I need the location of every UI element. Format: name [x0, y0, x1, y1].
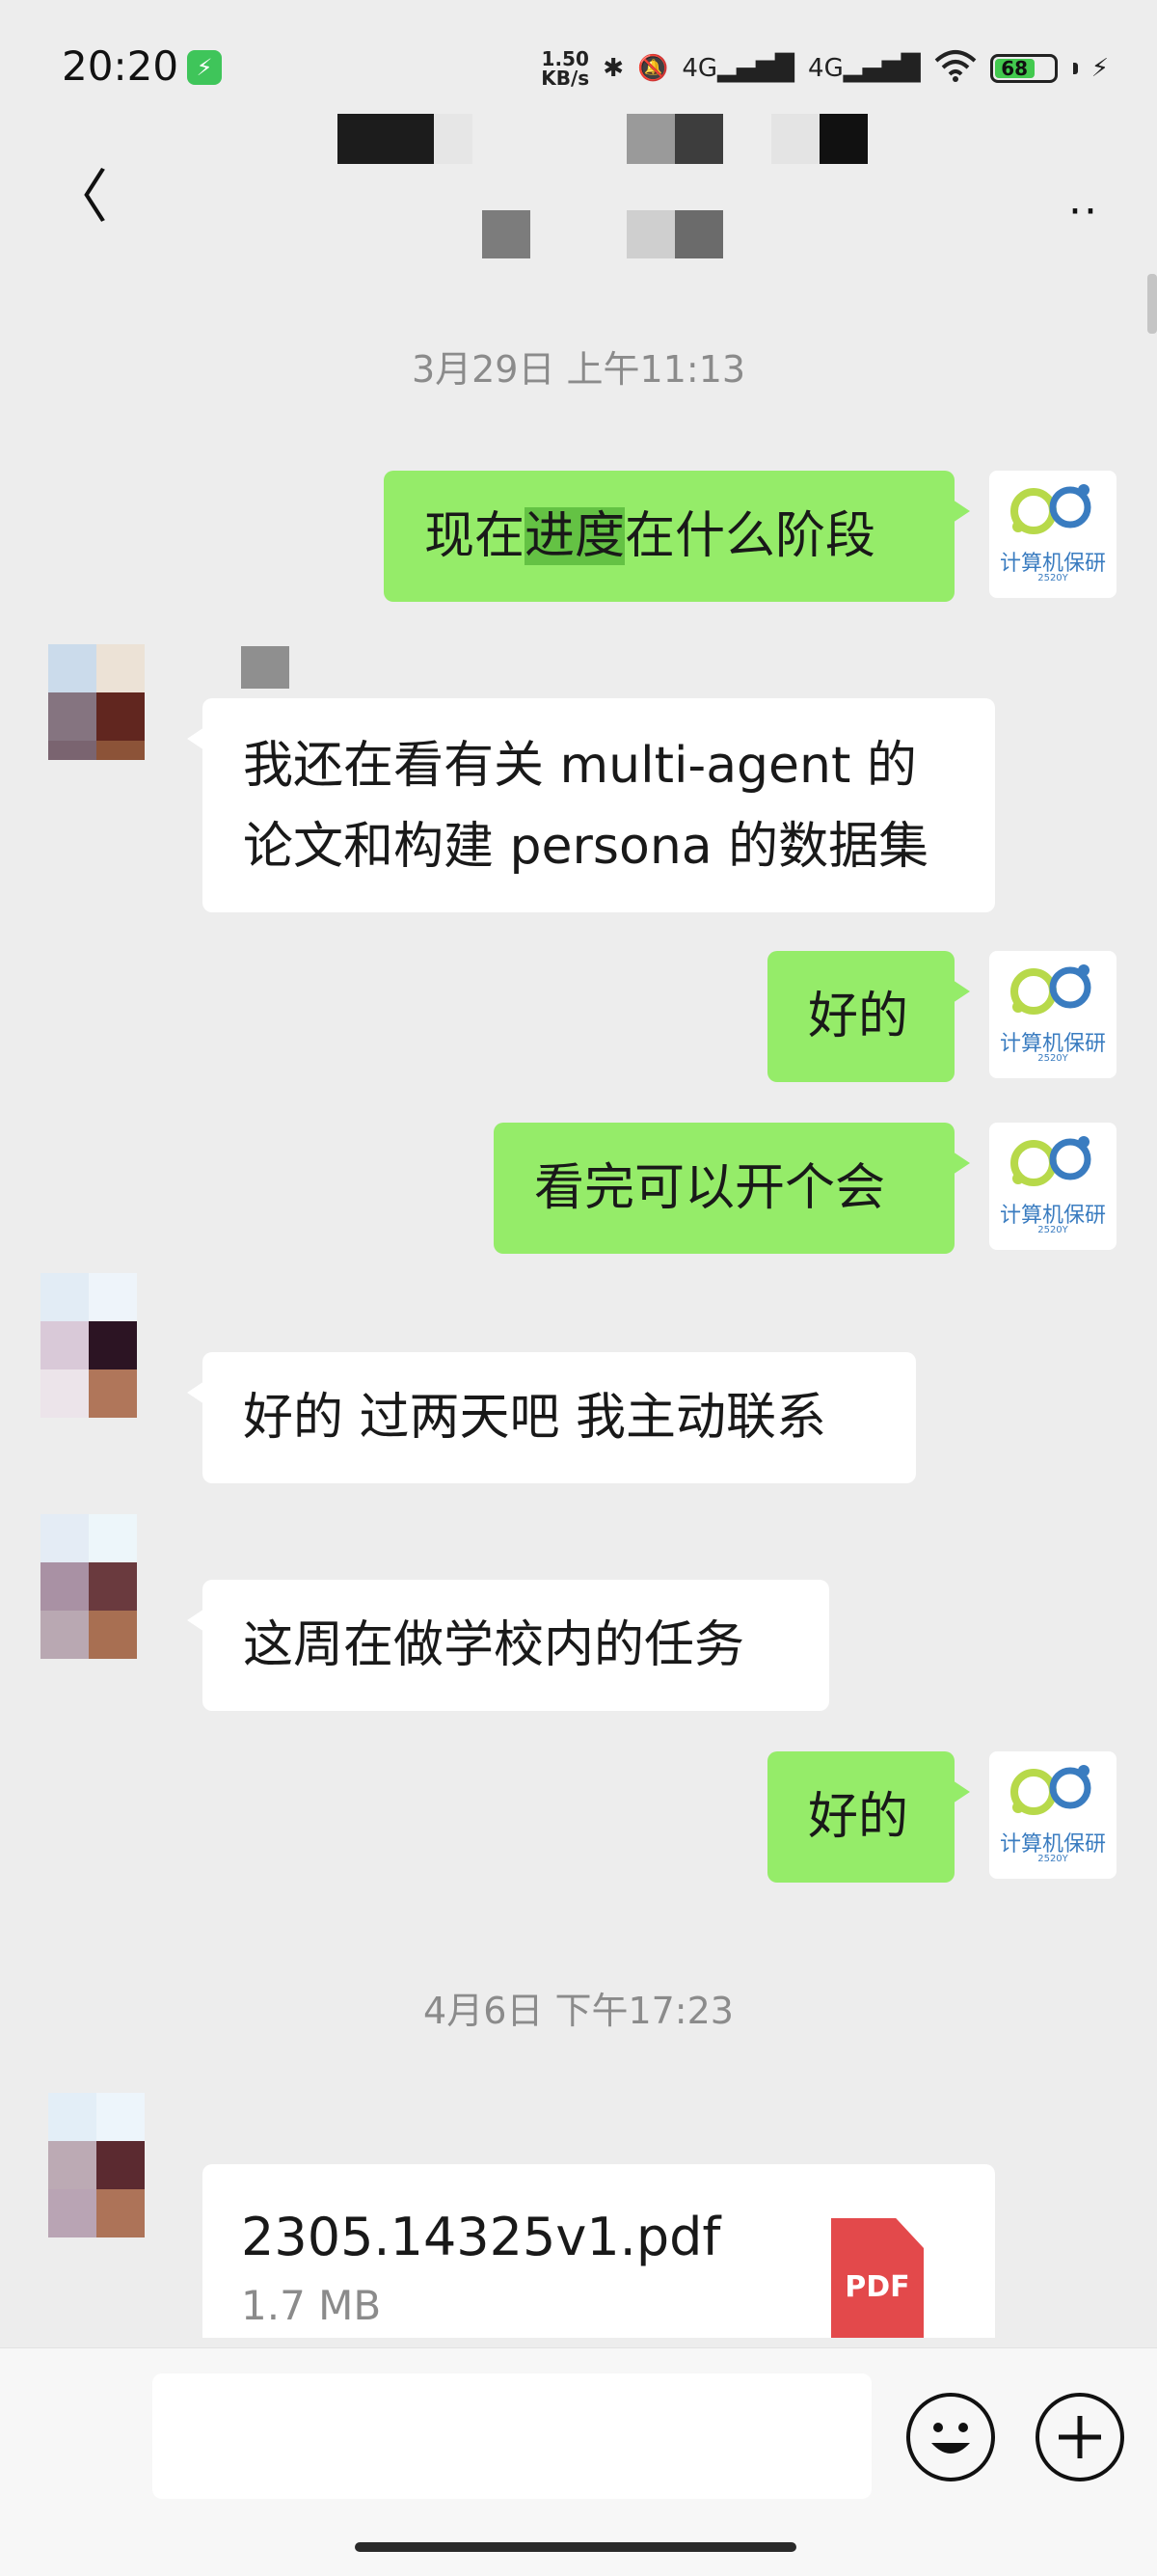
plus-icon	[1059, 2416, 1101, 2458]
scrollbar-thumb[interactable]	[1147, 274, 1157, 334]
mute-bell-icon: 🔕	[636, 54, 669, 83]
pdf-file-icon: PDF	[831, 2218, 924, 2338]
contact-avatar[interactable]	[40, 1273, 143, 1418]
name-redacted	[241, 646, 289, 689]
back-button[interactable]: 〈	[50, 164, 108, 231]
my-avatar[interactable]: 计算机保研 2520Y	[989, 471, 1117, 598]
file-name: 2305.14325v1.pdf	[241, 2207, 721, 2267]
message-bubble-sent[interactable]: 好的	[767, 1751, 970, 1883]
message-input[interactable]	[152, 2373, 872, 2499]
timestamp: 3月29日 上午11:13	[411, 348, 746, 391]
contact-avatar[interactable]	[48, 2093, 150, 2237]
battery-icon: 68	[989, 54, 1058, 83]
logo-icon	[1010, 484, 1091, 534]
bluetooth-icon: ✱	[603, 54, 624, 83]
network-speed: 1.50 KB/s	[541, 47, 590, 90]
charging-icon: ⚡	[187, 50, 222, 85]
message-bubble-received[interactable]: 好的 过两天吧 我主动联系	[187, 1352, 916, 1483]
file-message-card[interactable]: 2305.14325v1.pdf 1.7 MB PDF	[202, 2164, 995, 2338]
battery-tip	[1072, 63, 1078, 74]
highlighted-text: 进度	[525, 507, 626, 565]
logo-icon	[1010, 1765, 1091, 1815]
emoji-button[interactable]	[906, 2393, 995, 2481]
message-bubble-sent[interactable]: 看完可以开个会	[494, 1123, 970, 1254]
wifi-icon	[934, 49, 977, 89]
charging-bolt-icon: ⚡	[1090, 54, 1109, 83]
logo-icon	[1010, 964, 1091, 1015]
voice-toggle-button[interactable]	[48, 2391, 135, 2478]
my-avatar[interactable]: 计算机保研 2520Y	[989, 1751, 1117, 1879]
message-bubble-received[interactable]: 我还在看有关 multi-agent 的 论文和构建 persona 的数据集	[187, 698, 995, 912]
my-avatar[interactable]: 计算机保研 2520Y	[989, 1123, 1117, 1250]
signal-4g-icon-2: 4G▂▄▆█	[808, 54, 921, 83]
plus-button[interactable]	[1036, 2393, 1124, 2481]
contact-avatar[interactable]	[40, 1514, 143, 1659]
signal-4g-icon: 4G▂▄▆█	[682, 54, 795, 83]
my-avatar[interactable]: 计算机保研 2520Y	[989, 951, 1117, 1078]
contact-name-redacted	[328, 114, 868, 268]
emoji-icon	[931, 2423, 970, 2454]
clock: 20:20	[62, 42, 179, 90]
message-bubble-sent[interactable]: 现在进度在什么阶段	[384, 471, 970, 602]
more-options-button[interactable]: ··	[1068, 187, 1099, 236]
logo-icon	[1010, 1136, 1091, 1186]
message-bubble-received[interactable]: 这周在做学校内的任务	[187, 1580, 829, 1711]
home-indicator[interactable]	[355, 2542, 796, 2552]
battery-level: 68	[994, 57, 1035, 80]
status-icons: 1.50 KB/s ✱ 🔕 4G▂▄▆█ 4G▂▄▆█ 68 ⚡	[541, 46, 1109, 91]
message-bubble-sent[interactable]: 好的	[767, 951, 970, 1082]
timestamp: 4月6日 下午17:23	[423, 1990, 734, 2032]
file-size: 1.7 MB	[241, 2282, 382, 2329]
contact-avatar[interactable]	[48, 644, 150, 760]
